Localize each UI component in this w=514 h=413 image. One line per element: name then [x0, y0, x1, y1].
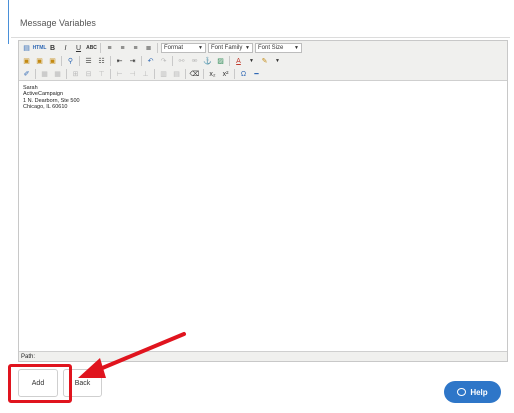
arrow-head — [78, 358, 106, 378]
help-label: Help — [470, 387, 488, 397]
annotation-arrow-icon — [78, 332, 186, 378]
help-button[interactable]: Help — [444, 381, 501, 403]
arrow-shaft — [98, 332, 186, 371]
screenshot-frame: Message Variables ▤ HTML B I U ABC ≡ ≡ ≡… — [0, 0, 514, 413]
chat-bubble-icon — [457, 388, 467, 396]
